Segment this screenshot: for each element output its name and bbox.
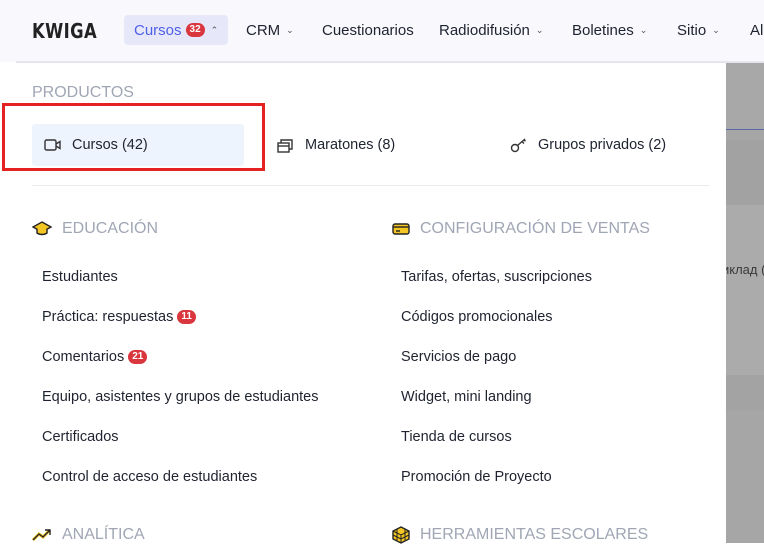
sales-heading: CONFIGURACIÓN DE VENTAS	[392, 220, 650, 238]
backdrop-text: иклад (	[726, 262, 764, 277]
product-label: Maratones (8)	[305, 137, 396, 153]
menu-item-tarifas[interactable]: Tarifas, ofertas, suscripciones	[401, 269, 592, 285]
item-label: Comentarios	[42, 349, 125, 365]
menu-item-promocion[interactable]: Promoción de Proyecto	[401, 469, 552, 485]
product-label: Grupos privados (2)	[538, 137, 667, 153]
top-navbar: KWIGA Cursos 32 ⌃ CRM ⌄ Cuestionarios Rad…	[0, 0, 764, 62]
count-badge: 32	[185, 23, 205, 37]
item-label: Estudiantes	[42, 269, 118, 285]
trending-up-icon	[32, 528, 52, 542]
logo[interactable]: KWIGA	[32, 19, 97, 43]
item-label: Tarifas, ofertas, suscripciones	[401, 269, 592, 285]
key-icon	[510, 138, 526, 153]
graduation-cap-icon	[32, 221, 52, 236]
product-grupos-privados[interactable]: Grupos privados (2)	[510, 124, 666, 166]
nav-label: Cuestionarios	[322, 21, 414, 39]
chevron-down-icon: ⌄	[535, 24, 544, 35]
nav-label: CRM	[246, 21, 281, 39]
stacked-windows-icon	[277, 139, 293, 153]
menu-item-comentarios[interactable]: Comentarios 21	[42, 349, 148, 365]
item-label: Servicios de pago	[401, 349, 517, 365]
nav-crm[interactable]: CRM ⌄	[246, 15, 294, 45]
page-backdrop: иклад (	[726, 63, 764, 543]
nav-boletines[interactable]: Boletines ⌄	[572, 15, 647, 45]
nav-cuestionarios[interactable]: Cuestionarios	[322, 15, 414, 45]
count-badge: 11	[177, 310, 196, 324]
products-heading: PRODUCTOS	[32, 84, 134, 101]
chevron-down-icon: ⌄	[286, 24, 294, 35]
chevron-up-icon: ⌃	[210, 24, 219, 35]
item-label: Tienda de cursos	[401, 429, 512, 445]
nav-sitio[interactable]: Sitio ⌄	[677, 15, 720, 45]
item-label: Control de acceso de estudiantes	[42, 469, 258, 485]
nav-label: Boletines	[572, 21, 634, 39]
education-heading: EDUCACIÓN	[32, 220, 158, 238]
section-title: EDUCACIÓN	[62, 220, 159, 237]
menu-item-estudiantes[interactable]: Estudiantes	[42, 269, 118, 285]
nav-label: Sitio	[677, 21, 707, 39]
menu-item-practica[interactable]: Práctica: respuestas 11	[42, 309, 196, 325]
section-title: ANALÍTICA	[62, 526, 145, 543]
item-label: Promoción de Proyecto	[401, 469, 552, 485]
divider	[32, 185, 709, 186]
menu-item-tienda[interactable]: Tienda de cursos	[401, 429, 512, 445]
product-maratones[interactable]: Maratones (8)	[277, 124, 395, 166]
cube-icon	[392, 526, 410, 544]
count-badge: 21	[128, 350, 148, 364]
nav-label: Al	[750, 21, 764, 39]
chevron-down-icon: ⌄	[639, 24, 648, 35]
item-label: Certificados	[42, 429, 119, 445]
nav-label: Cursos	[134, 21, 182, 39]
menu-item-widget[interactable]: Widget, mini landing	[401, 389, 532, 405]
item-label: Equipo, asistentes y grupos de estudiant…	[42, 389, 319, 405]
item-label: Códigos promocionales	[401, 309, 553, 325]
nav-cursos[interactable]: Cursos 32 ⌃	[124, 15, 228, 45]
nav-radiodifusion[interactable]: Radiodifusión ⌄	[439, 15, 543, 45]
section-title: CONFIGURACIÓN DE VENTAS	[420, 220, 650, 237]
menu-item-control-acceso[interactable]: Control de acceso de estudiantes	[42, 469, 257, 485]
nav-more[interactable]: Al	[750, 15, 763, 45]
chevron-down-icon: ⌄	[712, 24, 720, 35]
section-title: HERRAMIENTAS ESCOLARES	[420, 526, 649, 543]
nav-label: Radiodifusión	[439, 21, 530, 39]
menu-item-certificados[interactable]: Certificados	[42, 429, 119, 445]
analytics-heading: ANALÍTICA	[32, 526, 145, 544]
item-label: Widget, mini landing	[401, 389, 532, 405]
menu-item-servicios-pago[interactable]: Servicios de pago	[401, 349, 516, 365]
highlight-box	[2, 103, 265, 171]
menu-item-codigos[interactable]: Códigos promocionales	[401, 309, 553, 325]
credit-card-icon	[392, 223, 410, 235]
tools-heading: HERRAMIENTAS ESCOLARES	[392, 526, 648, 544]
item-label: Práctica: respuestas	[42, 309, 174, 325]
menu-item-equipo[interactable]: Equipo, asistentes y grupos de estudiant…	[42, 389, 318, 405]
